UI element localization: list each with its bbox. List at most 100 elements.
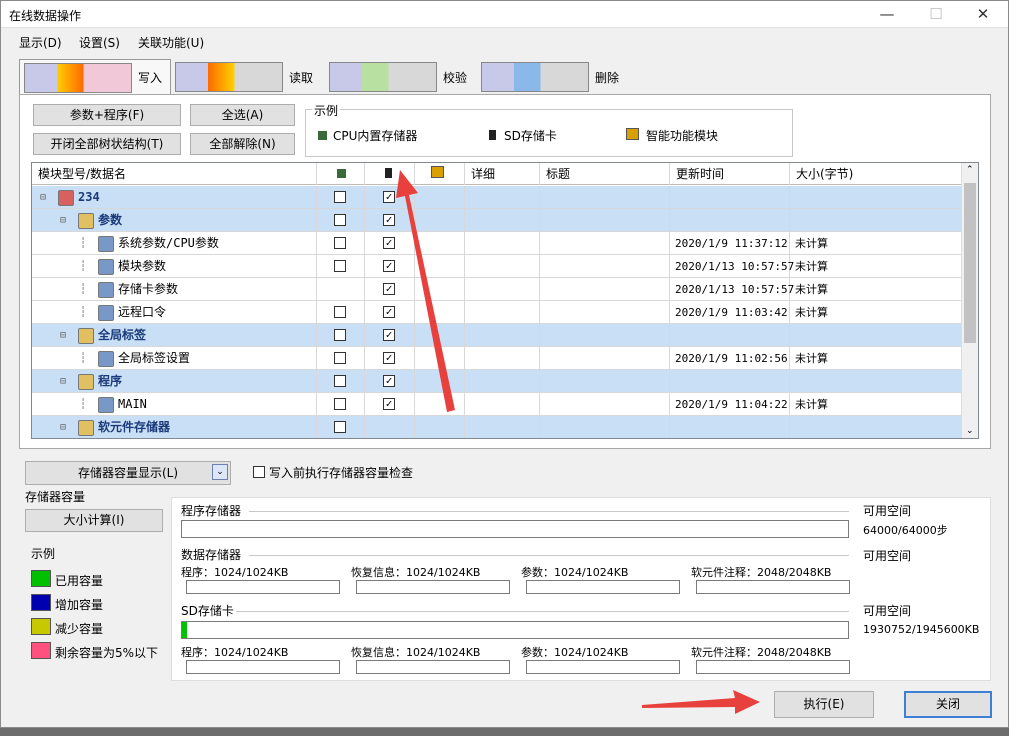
data-avail-label: 可用空间 [863,549,912,563]
tab-delete[interactable]: 删除 [481,59,633,95]
row-name: 远程口令 [118,305,167,319]
row-name-cell: ⊟ 参数 [32,209,317,232]
tree-expander-icon[interactable]: ┆ [80,255,86,278]
tab-write[interactable]: 写入 [19,59,171,95]
table-row[interactable]: ⊟ 程序 ✓ [32,370,962,393]
menu-settings[interactable]: 设置(S) [79,34,120,51]
tree-expander-icon[interactable]: ⊟ [60,370,66,393]
sd-checkbox[interactable]: ✓ [383,191,395,203]
cpu-checkbox[interactable] [334,375,346,387]
table-row[interactable]: ⊟ 参数 ✓ [32,209,962,232]
cpu-checkbox[interactable] [334,352,346,364]
scroll-down-icon[interactable]: ⌄ [966,426,974,436]
intelligent-cell [415,255,465,278]
table-row[interactable]: ⊟ 全局标签 ✓ [32,324,962,347]
tab-read[interactable]: 读取 [175,59,327,95]
menu-display[interactable]: 显示(D) [19,34,62,51]
table-row[interactable]: ⊟ 软元件存储器 [32,416,962,438]
table-row[interactable]: ┆ 系统参数/CPU参数 ✓ 2020/1/9 11:37:12 未计算 [32,232,962,255]
tree-expander-icon[interactable]: ⊟ [60,416,66,438]
detail-cell [465,255,540,278]
tree-expander-icon[interactable]: ┆ [80,232,86,255]
intelligent-cell [415,278,465,301]
col-updated[interactable]: 更新时间 [670,163,790,185]
deselect-all-button[interactable]: 全部解除(N) [190,133,295,155]
scroll-thumb[interactable] [964,183,976,343]
data-memory-label: 数据存储器 [181,548,242,562]
cpu-checkbox[interactable] [334,329,346,341]
sd-checkbox[interactable]: ✓ [383,237,395,249]
col-detail[interactable]: 详细 [465,163,540,185]
menu-related[interactable]: 关联功能(U) [138,34,204,51]
vertical-scrollbar[interactable]: ⌃ ⌄ [961,163,978,438]
cpu-checkbox[interactable] [334,191,346,203]
tree-node-icon [78,373,94,390]
data-param-bar [526,580,680,594]
sd-checkbox[interactable]: ✓ [383,352,395,364]
close-button[interactable]: 关闭 [904,691,992,718]
tab-verify[interactable]: 校验 [329,59,481,95]
sd-checkbox[interactable]: ✓ [383,398,395,410]
table-row[interactable]: ┆ 全局标签设置 ✓ 2020/1/9 11:02:56 未计算 [32,347,962,370]
tree-expander-icon[interactable]: ⊟ [40,186,46,209]
minimize-button[interactable]: — [865,1,909,28]
sd-cell: ✓ [365,255,415,278]
row-name: 软元件存储器 [98,420,171,434]
intelligent-cell [415,347,465,370]
data-tree-grid: 模块型号/数据名 详细 标题 更新时间 大小(字节) ⊟ 234 ✓ ⊟ 参数 ✓ ┆ 系统参… [31,162,979,439]
sd-checkbox[interactable]: ✓ [383,329,395,341]
tree-expander-icon[interactable]: ┆ [80,347,86,370]
cpu-checkbox[interactable] [334,214,346,226]
table-row[interactable]: ┆ MAIN ✓ 2020/1/9 11:04:22 未计算 [32,393,962,416]
capacity-check-checkbox[interactable] [253,466,265,478]
col-cpu[interactable] [317,163,365,185]
table-row[interactable]: ┆ 远程口令 ✓ 2020/1/9 11:03:42 未计算 [32,301,962,324]
sd-avail-label: 可用空间 [863,604,912,618]
capacity-display-button[interactable]: 存储器容量显示(L) ⌄ [25,461,231,485]
tree-node-icon [78,419,94,436]
operation-tabs: 写入 读取 校验 删除 [19,59,999,95]
cpu-cell [317,370,365,393]
toggle-tree-button[interactable]: 开闭全部树状结构(T) [33,133,181,155]
sd-checkbox[interactable]: ✓ [383,283,395,295]
title-cell [540,186,670,209]
tree-expander-icon[interactable]: ┆ [80,278,86,301]
maximize-button[interactable]: ☐ [914,1,958,28]
cpu-cell [317,278,365,301]
tree-expander-icon[interactable]: ⊟ [60,209,66,232]
scroll-up-icon[interactable]: ⌃ [966,165,974,175]
calc-size-button[interactable]: 大小计算(I) [25,509,163,532]
size-cell: 未计算 [790,347,962,370]
tree-expander-icon[interactable]: ⊟ [60,324,66,347]
sd-checkbox[interactable]: ✓ [383,214,395,226]
table-row[interactable]: ┆ 存储卡参数 ✓ 2020/1/13 10:57:57 未计算 [32,278,962,301]
col-name[interactable]: 模块型号/数据名 [32,163,317,185]
cpu-checkbox[interactable] [334,398,346,410]
intelligent-module-icon [431,166,444,178]
close-window-button[interactable]: ✕ [961,1,1005,28]
select-all-button[interactable]: 全选(A) [190,104,295,126]
execute-button[interactable]: 执行(E) [774,691,874,718]
col-size[interactable]: 大小(字节) [790,163,962,185]
cpu-checkbox[interactable] [334,237,346,249]
tree-expander-icon[interactable]: ┆ [80,301,86,324]
increase-label: 增加容量 [55,598,104,612]
tree-expander-icon[interactable]: ┆ [80,393,86,416]
sd-checkbox[interactable]: ✓ [383,260,395,272]
size-cell [790,186,962,209]
tree-node-icon [98,258,114,275]
col-sd[interactable] [365,163,415,185]
col-intelligent[interactable] [415,163,465,185]
divider [249,511,849,512]
cpu-checkbox[interactable] [334,421,346,433]
sd-checkbox[interactable]: ✓ [383,375,395,387]
row-name-cell: ⊟ 程序 [32,370,317,393]
table-row[interactable]: ┆ 模块参数 ✓ 2020/1/13 10:57:57 未计算 [32,255,962,278]
row-name: 全局标签设置 [118,351,191,365]
cpu-checkbox[interactable] [334,260,346,272]
col-title[interactable]: 标题 [540,163,670,185]
param-program-button[interactable]: 参数+程序(F) [33,104,181,126]
cpu-checkbox[interactable] [334,306,346,318]
table-row[interactable]: ⊟ 234 ✓ [32,186,962,209]
sd-checkbox[interactable]: ✓ [383,306,395,318]
